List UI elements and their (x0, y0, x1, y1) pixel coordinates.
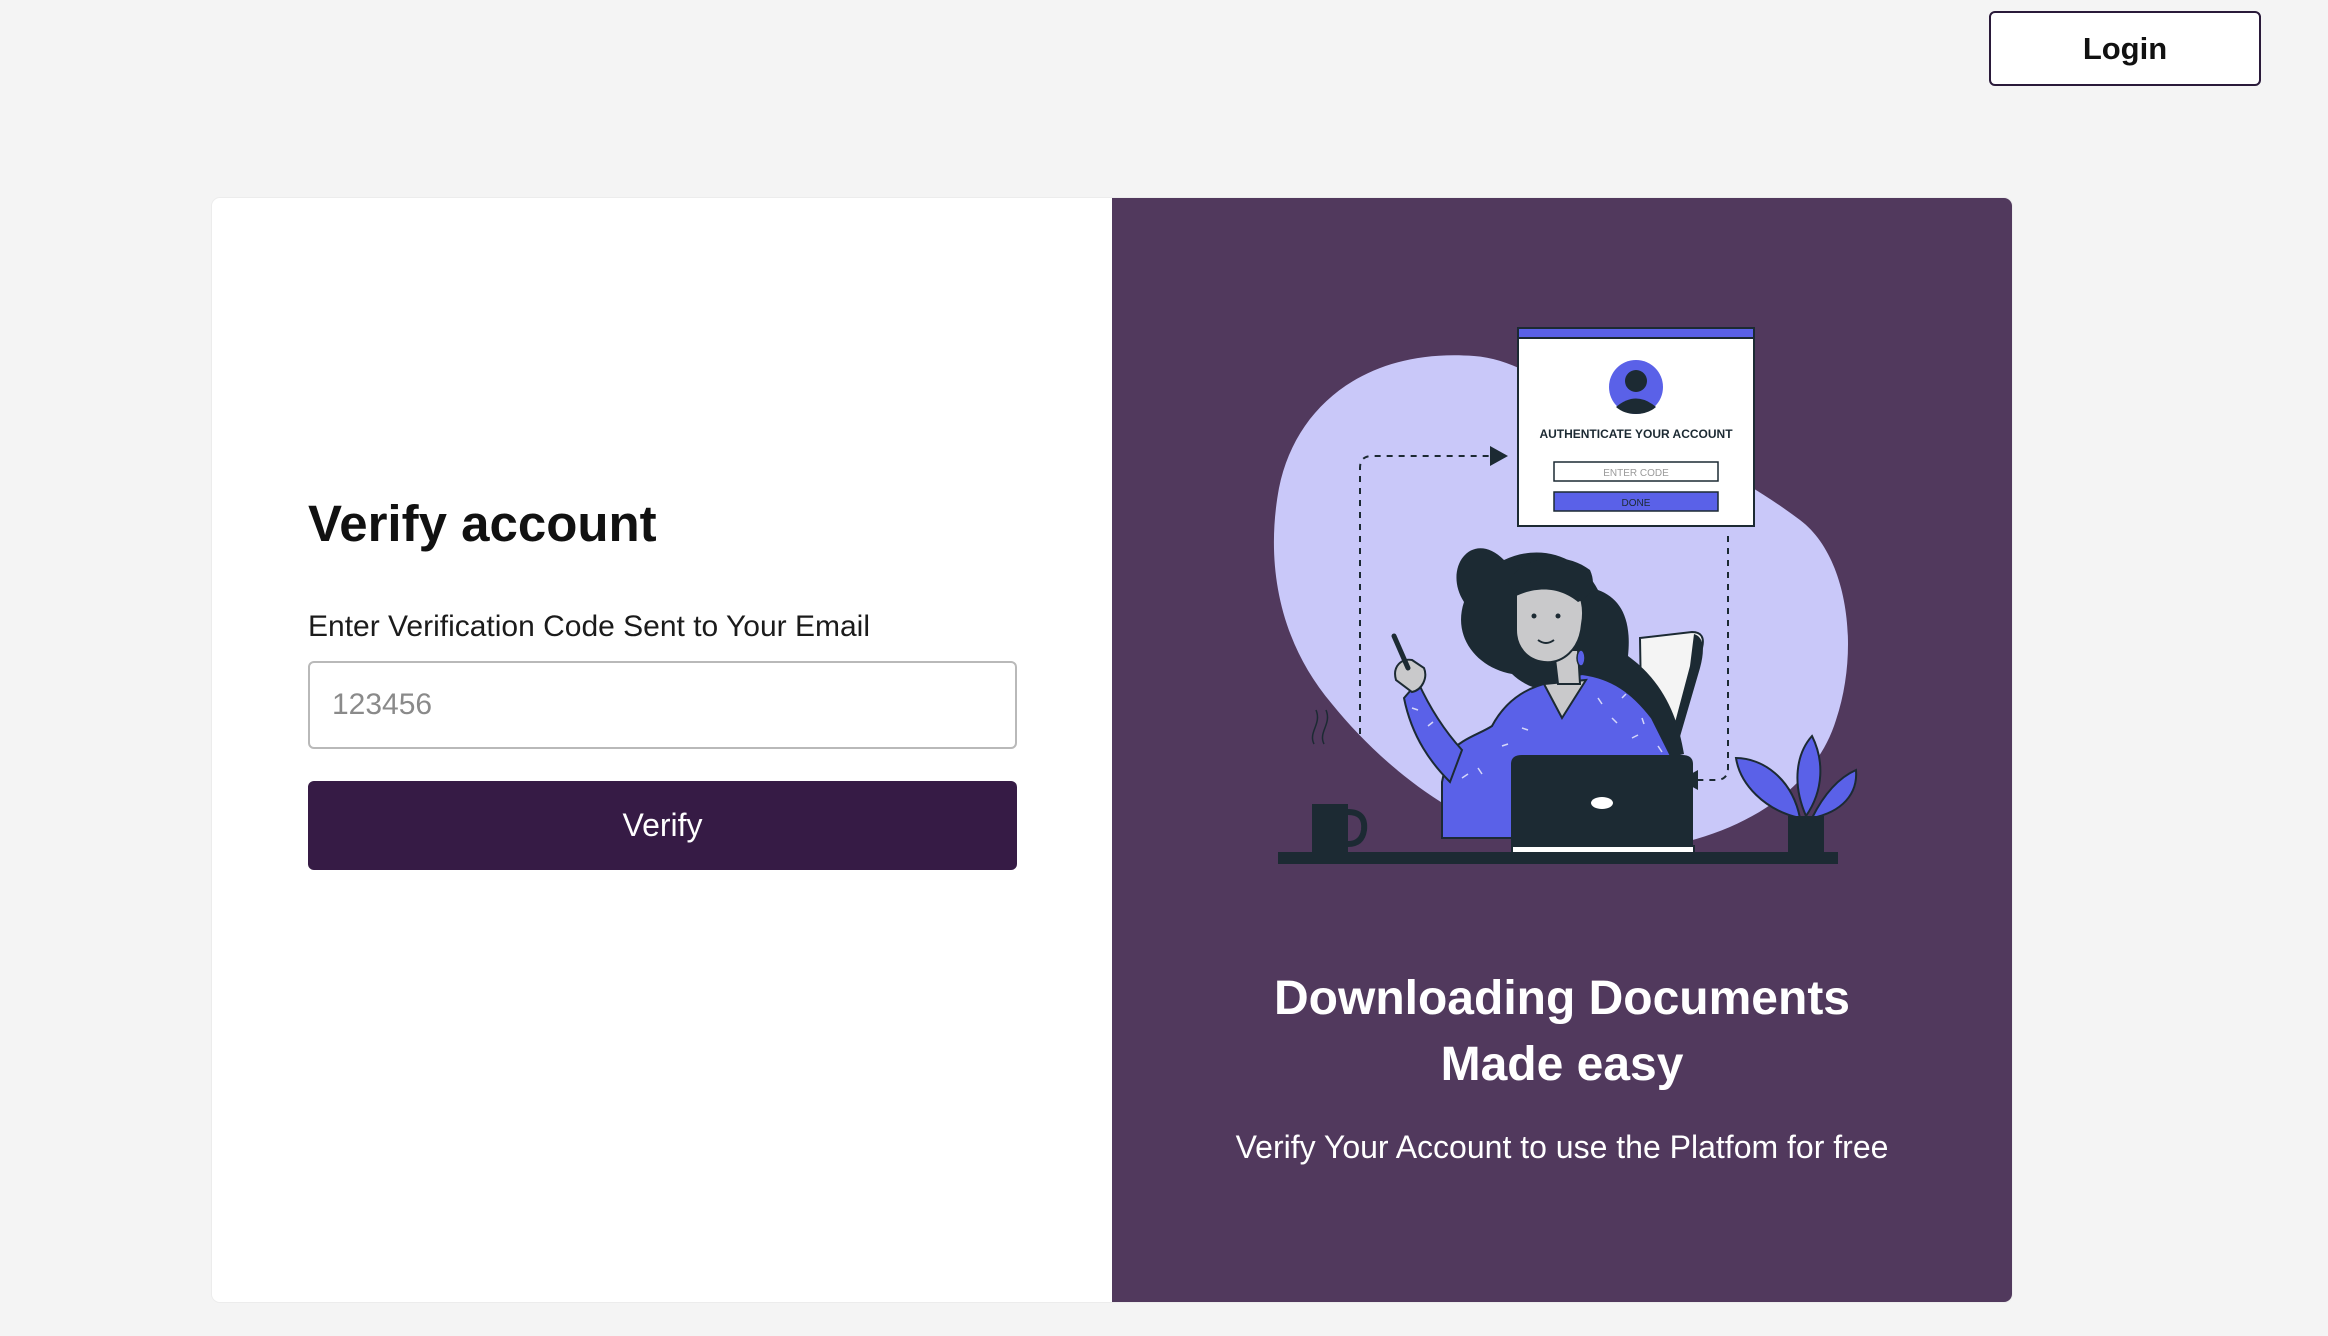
form-title: Verify account (308, 495, 657, 552)
code-field-label: Enter Verification Code Sent to Your Ema… (308, 610, 871, 643)
verification-code-input[interactable] (308, 661, 1017, 749)
coffee-mug-icon (1311, 709, 1368, 856)
promo-subtitle: Verify Your Account to use the Platfom f… (1235, 1129, 1889, 1165)
auth-card-done-button: DONE (1622, 498, 1651, 509)
desk-illustration (1278, 852, 1838, 864)
verify-form-panel: Verify account Enter Verification Code S… (212, 198, 1112, 1302)
promo-title-line-2: Made easy (1440, 1038, 1684, 1091)
promo-title: Downloading Documents Made easy (1112, 966, 2012, 1098)
verify-card: Verify account Enter Verification Code S… (212, 198, 2012, 1302)
user-avatar-icon (1609, 360, 1663, 414)
promo-panel: AUTHENTICATE YOUR ACCOUNT ENTER CODE DON… (1112, 198, 2012, 1302)
verify-button[interactable]: Verify (308, 781, 1017, 870)
promo-title-line-1: Downloading Documents (1274, 972, 1850, 1025)
laptop-icon (1511, 755, 1695, 855)
auth-card-illustration: AUTHENTICATE YOUR ACCOUNT ENTER CODE DON… (1517, 327, 1755, 527)
auth-card-input-placeholder: ENTER CODE (1603, 468, 1669, 479)
login-button[interactable]: Login (1989, 11, 2261, 86)
auth-card-heading: AUTHENTICATE YOUR ACCOUNT (1539, 427, 1733, 441)
